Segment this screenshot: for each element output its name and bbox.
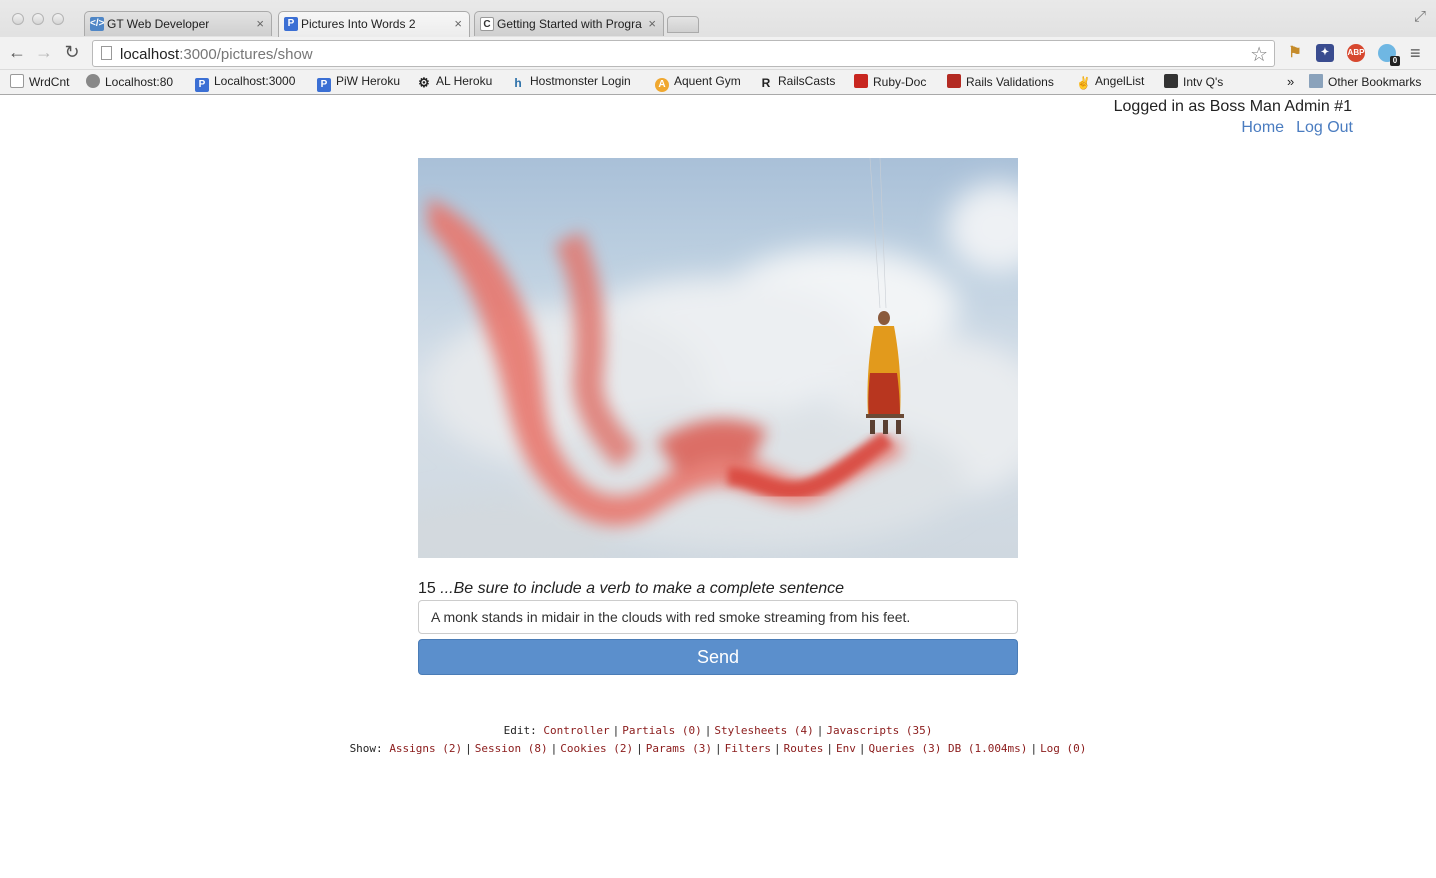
header-nav: Home Log Out	[1229, 119, 1353, 137]
bookmark-localhost-3000[interactable]: P Localhost:3000	[195, 74, 295, 92]
bookmark-intv-qs[interactable]: Intv Q's	[1164, 74, 1223, 89]
back-icon[interactable]: ←	[6, 42, 28, 63]
home-link[interactable]: Home	[1241, 119, 1284, 136]
peace-icon: ✌	[1076, 76, 1091, 90]
sentence-prompt: 15 ...Be sure to include a verb to make …	[418, 580, 844, 598]
bookmarks-bar: WrdCnt Localhost:80 P Localhost:3000 P PiW…	[0, 70, 1436, 94]
document-icon: C	[480, 17, 494, 31]
tab-gt-web-developer[interactable]: </> GT Web Developer ×	[84, 11, 272, 36]
bookmark-wrdcnt[interactable]: WrdCnt	[10, 74, 69, 89]
close-tab-icon[interactable]: ×	[256, 16, 264, 31]
edit-javascripts-link[interactable]: Javascripts (35)	[826, 724, 932, 737]
extension-icon[interactable]: ✦	[1316, 44, 1334, 62]
zoom-window-button[interactable]	[52, 13, 64, 25]
login-status: Logged in as Boss Man Admin #1	[1113, 98, 1352, 115]
browser-chrome: </> GT Web Developer × P Pictures Into W…	[0, 0, 1436, 95]
bookmark-piw-heroku[interactable]: P PiW Heroku	[317, 74, 400, 92]
menu-icon[interactable]: ≡	[1410, 43, 1421, 64]
word-count: 15	[418, 580, 436, 597]
forward-icon[interactable]: →	[33, 42, 55, 63]
p-icon: P	[284, 17, 298, 31]
address-bar[interactable]: localhost:3000/pictures/show ☆	[92, 40, 1275, 67]
sentence-input[interactable]	[418, 600, 1018, 634]
bookmark-flag-icon[interactable]: ⚑	[1286, 44, 1304, 62]
tab-pictures-into-words[interactable]: P Pictures Into Words 2 ×	[278, 11, 470, 37]
aquent-icon: A	[655, 78, 669, 92]
debug-show-row: Show: Assigns (2) | Session (8) | Cookies (2…	[349, 742, 1087, 755]
gear-icon: ⚙	[418, 75, 430, 90]
show-cookies-link[interactable]: Cookies (2)	[560, 742, 633, 755]
reload-icon[interactable]: ↻	[61, 42, 83, 63]
close-tab-icon[interactable]: ×	[454, 16, 462, 31]
p-icon: P	[195, 78, 209, 92]
prompt-hint: ...Be sure to include a verb to make a c…	[440, 580, 845, 597]
logout-link[interactable]: Log Out	[1296, 119, 1353, 136]
bookmark-localhost-80[interactable]: Localhost:80	[86, 74, 173, 89]
tab-title: GT Web Developer	[107, 17, 210, 31]
bookmark-angellist[interactable]: ✌ AngelList	[1076, 74, 1144, 90]
ghostery-icon[interactable]: 0	[1378, 44, 1400, 66]
send-button[interactable]: Send	[418, 639, 1018, 675]
globe-icon	[86, 74, 100, 88]
ruby-icon	[854, 74, 868, 88]
intv-icon	[1164, 74, 1178, 88]
bookmark-al-heroku[interactable]: ⚙ AL Heroku	[417, 74, 492, 90]
url-text[interactable]: localhost:3000/pictures/show	[120, 46, 313, 63]
new-tab-button[interactable]	[667, 16, 699, 33]
picture-artwork	[418, 158, 1018, 558]
folder-icon	[1309, 74, 1323, 88]
show-env-link[interactable]: Env	[836, 742, 856, 755]
close-tab-icon[interactable]: ×	[648, 16, 656, 31]
show-queries-link[interactable]: Queries (3) DB (1.004ms)	[868, 742, 1027, 755]
bookmark-aquent-gym[interactable]: A Aquent Gym	[655, 74, 741, 92]
page-icon	[10, 74, 24, 88]
bookmark-railscasts[interactable]: R RailsCasts	[759, 74, 836, 90]
show-filters-link[interactable]: Filters	[725, 742, 771, 755]
tab-getting-started[interactable]: C Getting Started with Progra ×	[474, 11, 664, 36]
bookmarks-overflow-button[interactable]: »	[1287, 74, 1294, 89]
page-icon	[101, 46, 112, 60]
show-log-link[interactable]: Log (0)	[1040, 742, 1086, 755]
fullscreen-icon[interactable]: ⤢	[1414, 8, 1426, 25]
bookmark-star-icon[interactable]: ☆	[1250, 42, 1268, 67]
browser-toolbar: ← → ↻ localhost:3000/pictures/show ☆ ⚑ ✦…	[0, 37, 1436, 69]
edit-stylesheets-link[interactable]: Stylesheets (4)	[714, 724, 813, 737]
show-assigns-link[interactable]: Assigns (2)	[389, 742, 462, 755]
debug-edit-row: Edit: Controller | Partials (0) | Stylesheet…	[503, 724, 933, 737]
edit-partials-link[interactable]: Partials (0)	[622, 724, 701, 737]
hostmonster-icon: h	[514, 76, 522, 90]
show-params-link[interactable]: Params (3)	[646, 742, 712, 755]
tab-title: Pictures Into Words 2	[301, 17, 416, 31]
minimize-window-button[interactable]	[32, 13, 44, 25]
bookmark-ruby-doc[interactable]: Ruby-Doc	[854, 74, 926, 89]
close-window-button[interactable]	[12, 13, 24, 25]
prompt-picture	[418, 158, 1018, 558]
p-icon: P	[317, 78, 331, 92]
bookmark-rails-validations[interactable]: Rails Validations	[947, 74, 1054, 89]
edit-controller-link[interactable]: Controller	[543, 724, 609, 737]
other-bookmarks-folder[interactable]: Other Bookmarks	[1309, 74, 1421, 89]
show-routes-link[interactable]: Routes	[784, 742, 824, 755]
adblock-icon[interactable]: ABP	[1347, 44, 1365, 62]
show-session-link[interactable]: Session (8)	[475, 742, 548, 755]
tab-title: Getting Started with Progra	[497, 17, 642, 31]
bookmark-hostmonster[interactable]: h Hostmonster Login	[511, 74, 630, 90]
railscasts-icon: R	[761, 76, 771, 90]
code-icon: </>	[90, 17, 105, 31]
ruby-icon	[947, 74, 961, 88]
